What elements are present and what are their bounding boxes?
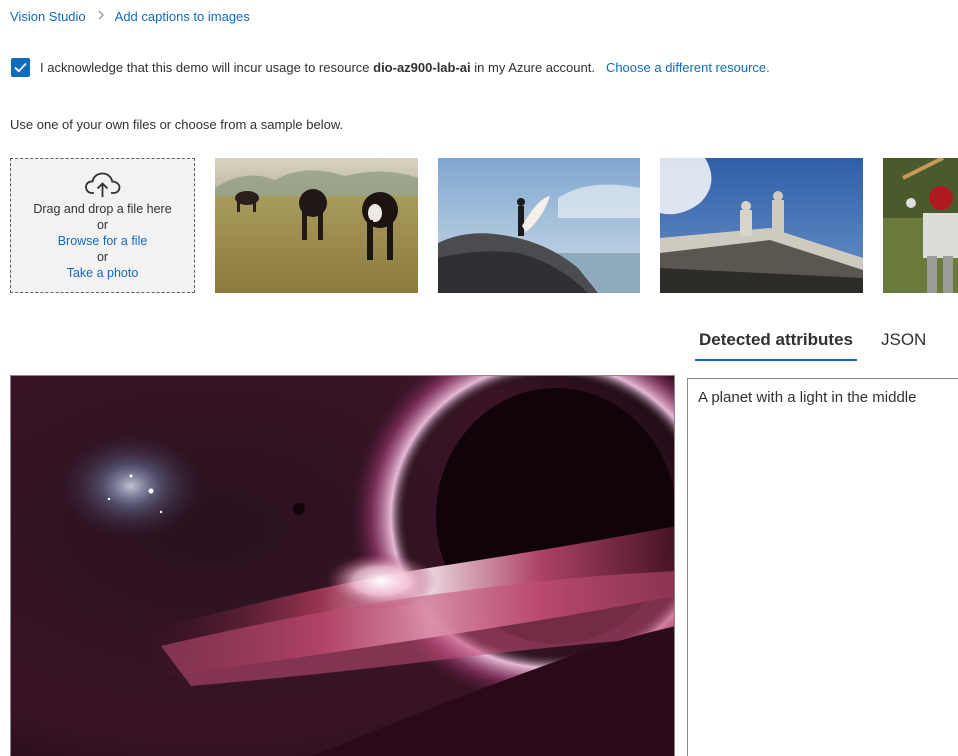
breadcrumb-vision-studio[interactable]: Vision Studio xyxy=(10,9,86,24)
black-hole-image xyxy=(11,376,674,756)
or-text-1: or xyxy=(96,218,109,232)
checkmark-icon xyxy=(14,62,27,73)
choose-resource-link[interactable]: Choose a different resource. xyxy=(606,60,770,75)
acknowledge-row: I acknowledge that this demo will incur … xyxy=(11,58,770,77)
instructions-text: Use one of your own files or choose from… xyxy=(10,117,344,132)
analyzed-image xyxy=(10,375,675,756)
result-tabs: Detected attributes JSON xyxy=(695,326,930,361)
caption-text: A planet with a light in the middle xyxy=(698,389,917,406)
acknowledge-text: I acknowledge that this demo will incur … xyxy=(40,60,595,75)
sample-cows[interactable] xyxy=(215,158,418,293)
cloud-upload-icon xyxy=(84,172,120,197)
resource-name: dio-az900-lab-ai xyxy=(373,60,471,75)
acknowledge-checkbox[interactable] xyxy=(11,58,30,77)
or-text-2: or xyxy=(96,250,109,264)
tab-json[interactable]: JSON xyxy=(877,326,930,361)
statues-image xyxy=(660,158,863,293)
sample-baseball-player[interactable] xyxy=(883,158,958,293)
breadcrumb: Vision Studio Add captions to images xyxy=(10,9,250,24)
acknowledge-text-before: I acknowledge that this demo will incur … xyxy=(40,60,374,75)
upload-dropzone[interactable]: Drag and drop a file here or Browse for … xyxy=(10,158,195,293)
tab-detected-attributes[interactable]: Detected attributes xyxy=(695,326,857,361)
sample-surfer[interactable] xyxy=(438,158,640,293)
baseball-image xyxy=(883,158,958,293)
surfer-image xyxy=(438,158,640,293)
acknowledge-text-after: in my Azure account. xyxy=(470,60,595,75)
browse-file-link[interactable]: Browse for a file xyxy=(11,233,194,249)
breadcrumb-add-captions[interactable]: Add captions to images xyxy=(115,9,250,24)
take-photo-link[interactable]: Take a photo xyxy=(11,265,194,281)
chevron-right-icon xyxy=(97,10,105,23)
drag-drop-text: Drag and drop a file here xyxy=(33,202,172,216)
cows-image xyxy=(215,158,418,293)
sample-building-statues[interactable] xyxy=(660,158,863,293)
result-panel: A planet with a light in the middle xyxy=(687,378,958,756)
